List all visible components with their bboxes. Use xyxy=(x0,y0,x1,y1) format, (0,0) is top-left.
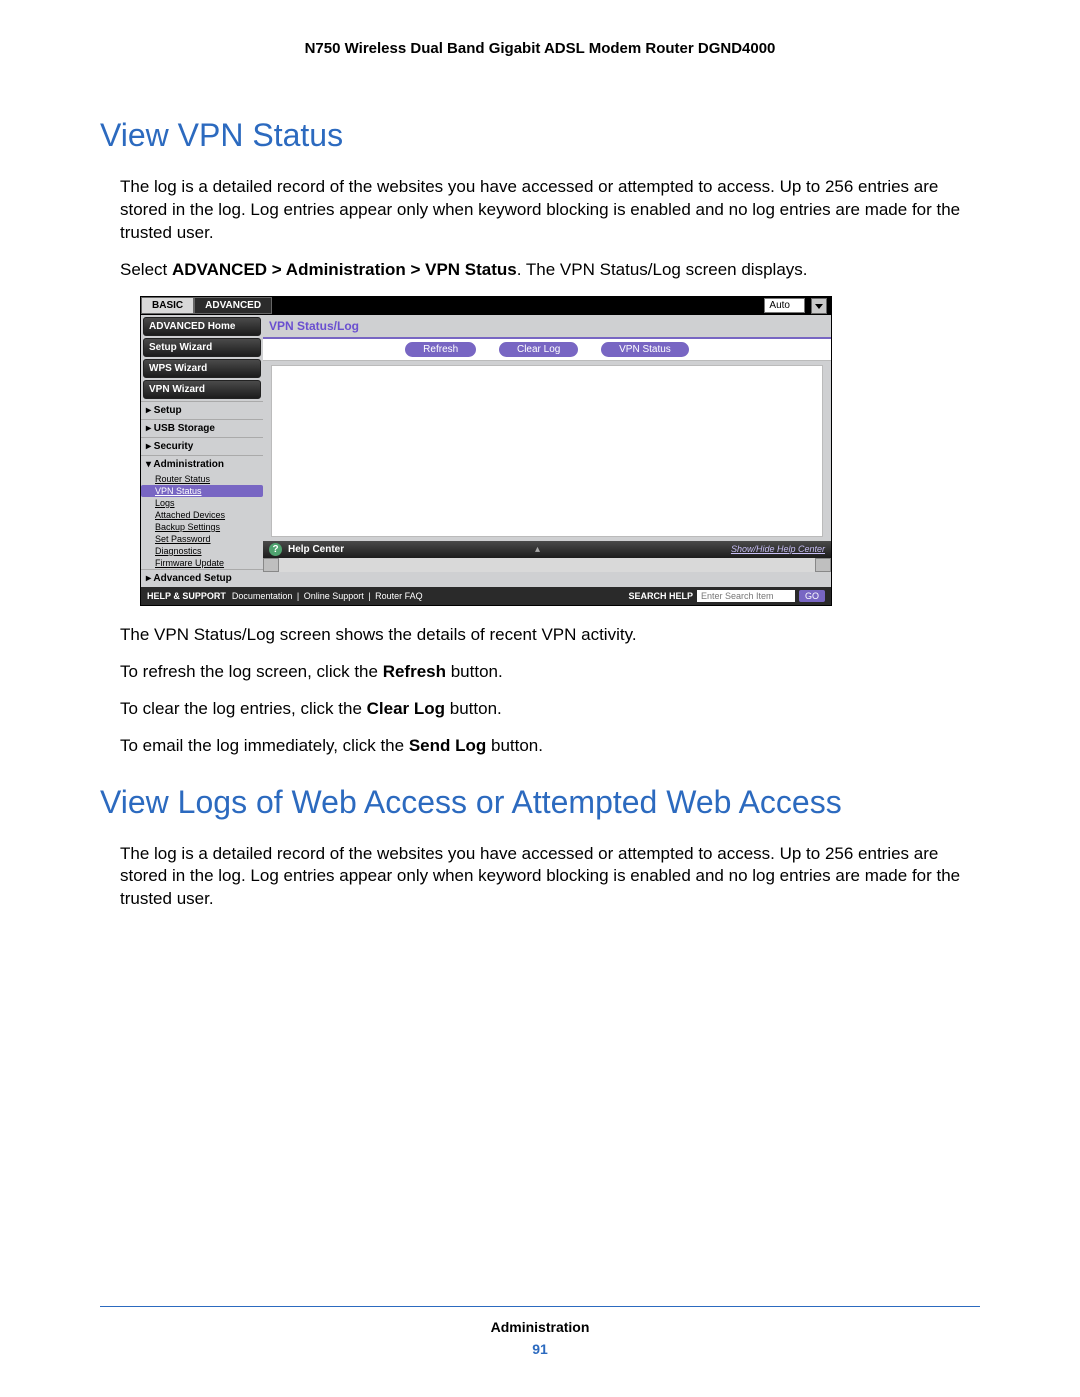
log-textarea[interactable] xyxy=(271,365,823,537)
language-dropdown-icon[interactable] xyxy=(811,298,827,314)
button-row: Refresh Clear Log VPN Status xyxy=(263,337,831,361)
refresh-button[interactable]: Refresh xyxy=(405,342,476,357)
t: Clear Log xyxy=(367,699,445,718)
nav-backup-settings[interactable]: Backup Settings xyxy=(141,521,263,533)
link-router-faq[interactable]: Router FAQ xyxy=(375,591,423,601)
para-after-2: To refresh the log screen, click the Ref… xyxy=(100,661,980,684)
nav-setup-wizard[interactable]: Setup Wizard xyxy=(143,338,261,357)
go-button[interactable]: GO xyxy=(799,590,825,602)
page-footer: Administration 91 xyxy=(100,1298,980,1357)
nav-group-advanced-setup[interactable]: ▸ Advanced Setup xyxy=(141,569,263,587)
t: To refresh the log screen, click the xyxy=(120,662,383,681)
para-after-4: To email the log immediately, click the … xyxy=(100,735,980,758)
para-after-1: The VPN Status/Log screen shows the deta… xyxy=(100,624,980,647)
footer-section-label: Administration xyxy=(100,1319,980,1335)
h-scrollbar[interactable] xyxy=(263,558,831,572)
nav-vpn-status[interactable]: VPN Status xyxy=(141,485,263,497)
link-online-support[interactable]: Online Support xyxy=(304,591,364,601)
t: . The VPN Status/Log screen displays. xyxy=(517,260,808,279)
t: button. xyxy=(486,736,543,755)
para-vpn-select: Select ADVANCED > Administration > VPN S… xyxy=(100,259,980,282)
footer-links: Documentation | Online Support | Router … xyxy=(230,591,425,601)
link-documentation[interactable]: Documentation xyxy=(232,591,293,601)
search-help-label: SEARCH HELP xyxy=(628,591,693,601)
heading-view-logs: View Logs of Web Access or Attempted Web… xyxy=(100,784,980,821)
clear-log-button[interactable]: Clear Log xyxy=(499,342,578,357)
collapse-icon[interactable]: ▴ xyxy=(344,544,731,555)
nav-group-security[interactable]: ▸ Security xyxy=(141,437,263,455)
para-vpn-intro: The log is a detailed record of the webs… xyxy=(100,176,980,245)
nav-advanced-home[interactable]: ADVANCED Home xyxy=(143,317,261,336)
scroll-right-icon[interactable] xyxy=(815,558,831,572)
nav-diagnostics[interactable]: Diagnostics xyxy=(141,545,263,557)
nav-attached-devices[interactable]: Attached Devices xyxy=(141,509,263,521)
sidebar: ADVANCED Home Setup Wizard WPS Wizard VP… xyxy=(141,315,263,587)
footer-page-number: 91 xyxy=(100,1341,980,1357)
tab-advanced[interactable]: ADVANCED xyxy=(194,297,272,314)
help-support-label: HELP & SUPPORT xyxy=(147,591,226,601)
para-logs-intro: The log is a detailed record of the webs… xyxy=(100,843,980,912)
nav-group-setup[interactable]: ▸ Setup xyxy=(141,401,263,419)
t: Select xyxy=(120,260,172,279)
t: Send Log xyxy=(409,736,486,755)
t: To email the log immediately, click the xyxy=(120,736,409,755)
scroll-left-icon[interactable] xyxy=(263,558,279,572)
doc-header: N750 Wireless Dual Band Gigabit ADSL Mod… xyxy=(100,40,980,57)
tab-bar: BASIC ADVANCED Auto xyxy=(141,297,831,315)
t: Refresh xyxy=(383,662,446,681)
nav-group-usb[interactable]: ▸ USB Storage xyxy=(141,419,263,437)
heading-view-vpn-status: View VPN Status xyxy=(100,117,980,154)
nav-router-status[interactable]: Router Status xyxy=(141,473,263,485)
help-center-toggle[interactable]: Show/Hide Help Center xyxy=(731,544,825,554)
t: button. xyxy=(446,662,503,681)
t: To clear the log entries, click the xyxy=(120,699,367,718)
nav-group-administration[interactable]: ▾ Administration xyxy=(141,455,263,473)
footer-rule xyxy=(100,1306,980,1307)
nav-vpn-wizard[interactable]: VPN Wizard xyxy=(143,380,261,399)
t: button. xyxy=(445,699,502,718)
main-panel: VPN Status/Log Refresh Clear Log VPN Sta… xyxy=(263,315,831,587)
nav-wps-wizard[interactable]: WPS Wizard xyxy=(143,359,261,378)
help-center-label: Help Center xyxy=(288,544,344,555)
panel-title: VPN Status/Log xyxy=(263,315,831,337)
nav-firmware-update[interactable]: Firmware Update xyxy=(141,557,263,569)
nav-logs[interactable]: Logs xyxy=(141,497,263,509)
nav-set-password[interactable]: Set Password xyxy=(141,533,263,545)
help-center-bar: ? Help Center ▴ Show/Hide Help Center xyxy=(263,541,831,558)
tab-basic[interactable]: BASIC xyxy=(141,297,194,314)
router-screenshot: BASIC ADVANCED Auto ADVANCED Home Setup … xyxy=(140,296,832,606)
help-icon: ? xyxy=(269,543,282,556)
para-after-3: To clear the log entries, click the Clea… xyxy=(100,698,980,721)
language-select[interactable]: Auto xyxy=(764,298,805,313)
footer-bar: HELP & SUPPORT Documentation | Online Su… xyxy=(141,587,831,605)
search-input[interactable]: Enter Search Item xyxy=(697,590,795,602)
nav-path: ADVANCED > Administration > VPN Status xyxy=(172,260,517,279)
vpn-status-button[interactable]: VPN Status xyxy=(601,342,689,357)
